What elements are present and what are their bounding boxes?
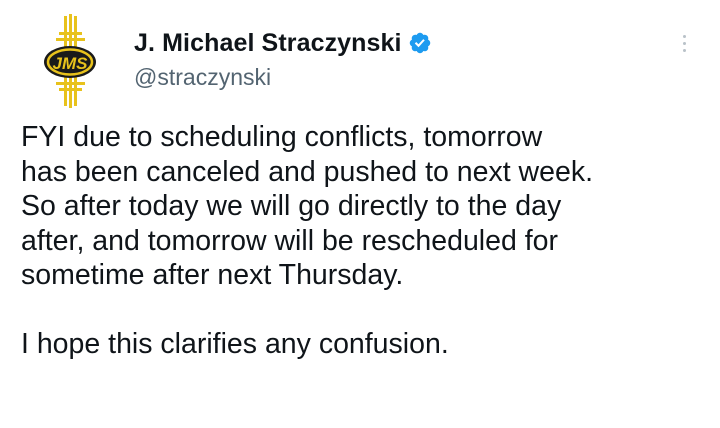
menu-dot <box>682 48 686 52</box>
jms-logo-icon: JMS <box>44 14 96 108</box>
menu-dot <box>682 34 686 38</box>
tweet-card: JMS J. Michael Straczynski @straczynski … <box>0 0 720 428</box>
tweet-line: So after today we will go directly to th… <box>21 190 562 222</box>
avatar[interactable]: JMS <box>42 14 98 108</box>
verified-badge-icon <box>409 32 430 54</box>
tweet-line: after, and tomorrow will be rescheduled … <box>21 224 559 257</box>
more-options-icon[interactable] <box>670 28 698 58</box>
tweet-text: FYI due to scheduling conflicts, tomorro… <box>21 120 711 362</box>
tweet-header: J. Michael Straczynski @straczynski <box>134 26 432 91</box>
tweet-closing-line: I hope this clarifies any confusion. <box>21 328 449 360</box>
tweet-line: FYI due to scheduling conflicts, tomorro… <box>21 121 543 153</box>
tweet-line: has been canceled and pushed to next wee… <box>21 155 594 188</box>
user-handle[interactable]: @straczynski <box>134 64 432 91</box>
display-name[interactable]: J. Michael Straczynski <box>134 29 402 58</box>
name-row: J. Michael Straczynski <box>134 26 432 60</box>
tweet-line: sometime after next Thursday. <box>21 259 404 291</box>
menu-dot <box>682 41 686 45</box>
avatar-logo-text: JMS <box>53 54 89 73</box>
